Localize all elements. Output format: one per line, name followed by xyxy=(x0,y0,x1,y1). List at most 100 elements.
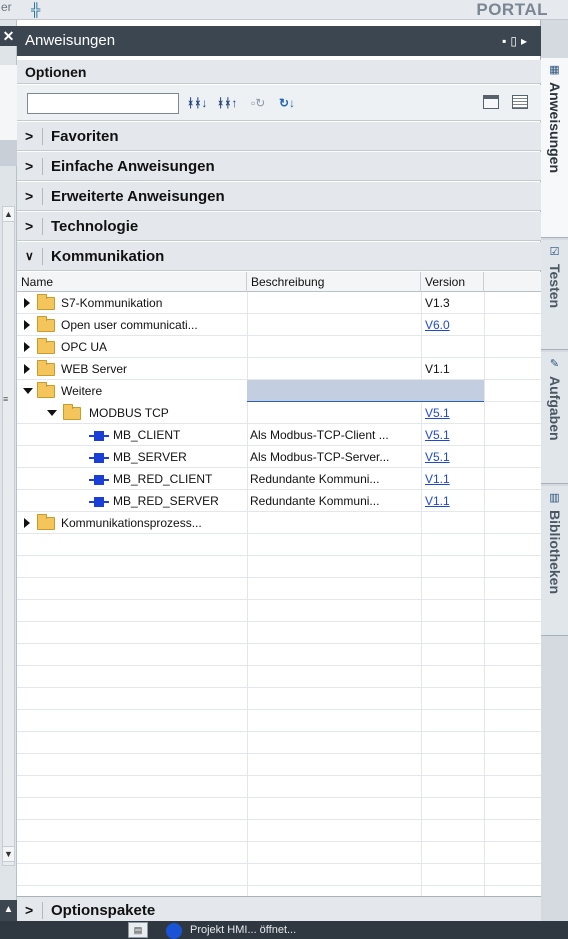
row-name: MB_SERVER xyxy=(113,450,187,464)
tab-label: Testen xyxy=(547,264,563,309)
top-strip: er ╬ PORTAL xyxy=(0,0,568,20)
folder-icon xyxy=(63,404,81,420)
status-text: Projekt HMI... öffnet... xyxy=(190,924,297,936)
library-icon: ▥ xyxy=(549,492,560,504)
tab-label: Bibliotheken xyxy=(547,510,563,595)
view-simple-icon[interactable] xyxy=(483,95,499,109)
options-toolbar: ᚼᚼ↓ ᚼᚼ↑ ▫↻ ↻↓ xyxy=(17,85,541,121)
find-icon[interactable]: ᚼᚼ↓ xyxy=(187,93,207,113)
row-name: Weitere xyxy=(61,384,103,398)
row-name: Kommunikationsprozess... xyxy=(61,516,202,530)
column-name-header[interactable]: Name xyxy=(17,272,247,292)
folder-icon xyxy=(37,360,55,376)
folder-icon xyxy=(37,514,55,530)
right-task-card-tabs: ▦ Anweisungen ☑ Testen ✎ Aufgaben ▥ Bibl… xyxy=(541,20,568,921)
tree-row[interactable]: Kommunikationsprozess... xyxy=(17,512,541,534)
chevron-down-icon: ∨ xyxy=(25,249,34,263)
instructions-icon: ▦ xyxy=(549,64,560,76)
category-label: Einfache Anweisungen xyxy=(51,158,215,175)
function-block-icon xyxy=(89,475,109,485)
expand-icon[interactable] xyxy=(24,518,30,528)
category-technologie[interactable]: > Technologie xyxy=(17,212,541,241)
row-name: MB_CLIENT xyxy=(113,428,181,442)
chevron-right-icon: > xyxy=(25,188,34,204)
chevron-right-icon: > xyxy=(25,902,34,918)
column-version-header[interactable]: Version xyxy=(421,272,484,292)
tree-row[interactable]: MB_RED_CLIENT Redundante Kommuni... V1.1 xyxy=(17,468,541,490)
folder-icon xyxy=(37,382,55,398)
tree-row[interactable]: MB_RED_SERVER Redundante Kommuni... V1.1 xyxy=(17,490,541,512)
tab-anweisungen[interactable]: ▦ Anweisungen xyxy=(541,58,568,238)
row-description: Redundante Kommuni... xyxy=(250,472,380,486)
folder-icon xyxy=(37,294,55,310)
tree-row[interactable]: MODBUS TCP V5.1 xyxy=(17,402,541,424)
tree-row-selected[interactable]: Weitere xyxy=(17,380,484,402)
row-version-link[interactable]: V6.0 xyxy=(425,314,450,336)
left-bottom-icon[interactable]: ▲ xyxy=(0,900,17,922)
divider xyxy=(42,188,43,205)
maximize-icon[interactable]: ▯ xyxy=(510,34,521,48)
category-einfache-anweisungen[interactable]: > Einfache Anweisungen xyxy=(17,152,541,181)
tree-row[interactable]: Open user communicati... V6.0 xyxy=(17,314,541,336)
row-version-link[interactable]: V5.1 xyxy=(425,402,450,424)
expand-icon[interactable] xyxy=(24,320,30,330)
compare-icon[interactable]: ▫↻ xyxy=(251,93,265,113)
row-description: Als Modbus-TCP-Server... xyxy=(250,450,390,464)
tab-testen[interactable]: ☑ Testen xyxy=(541,240,568,350)
status-bar: ▤ Projekt HMI... öffnet... xyxy=(0,921,568,939)
row-version: V1.1 xyxy=(425,362,450,376)
expand-icon[interactable] xyxy=(24,364,30,374)
column-description-header[interactable]: Beschreibung xyxy=(247,272,421,292)
category-optionspakete[interactable]: > Optionspakete xyxy=(17,896,541,923)
collapse-left-icon[interactable]: ✕ xyxy=(0,26,17,46)
row-version-link[interactable]: V5.1 xyxy=(425,446,450,468)
row-version-link[interactable]: V1.1 xyxy=(425,490,450,512)
chevron-right-icon: > xyxy=(25,218,34,234)
panel-header: Anweisungen ▪▯▸ xyxy=(17,26,541,56)
details-view-icon[interactable]: ▤ xyxy=(128,922,148,938)
find-next-icon[interactable]: ᚼᚼ↑ xyxy=(217,93,237,113)
left-white-area xyxy=(0,65,17,140)
function-block-icon xyxy=(89,453,109,463)
category-kommunikation[interactable]: ∨ Kommunikation xyxy=(17,242,541,271)
grid-divider xyxy=(484,292,485,904)
refresh-icon[interactable]: ↻↓ xyxy=(279,93,295,113)
left-scrollbar[interactable] xyxy=(2,206,15,866)
instruction-tree: S7-Kommunikation V1.3 Open user communic… xyxy=(17,292,541,904)
category-label: Optionspakete xyxy=(51,902,156,919)
category-label: Technologie xyxy=(51,218,139,235)
tree-row[interactable]: MB_CLIENT Als Modbus-TCP-Client ... V5.1 xyxy=(17,424,541,446)
function-block-icon xyxy=(89,431,109,441)
divider xyxy=(42,248,43,265)
tab-label: Aufgaben xyxy=(547,376,563,441)
tab-aufgaben[interactable]: ✎ Aufgaben xyxy=(541,352,568,484)
category-label: Kommunikation xyxy=(51,248,165,265)
view-detail-icon[interactable] xyxy=(512,95,528,109)
panel-header-controls[interactable]: ▪▯▸ xyxy=(502,26,531,56)
options-section[interactable]: Optionen xyxy=(17,60,541,84)
options-label: Optionen xyxy=(25,64,87,80)
collapse-icon[interactable] xyxy=(23,388,33,394)
row-version-link[interactable]: V1.1 xyxy=(425,468,450,490)
tree-row[interactable]: S7-Kommunikation V1.3 xyxy=(17,292,541,314)
scroll-up-icon[interactable]: ▲ xyxy=(2,206,15,222)
tree-row[interactable]: WEB Server V1.1 xyxy=(17,358,541,380)
collapse-icon[interactable] xyxy=(47,410,57,416)
top-left-text: er xyxy=(1,0,12,14)
expand-icon[interactable] xyxy=(24,342,30,352)
tab-bibliotheken[interactable]: ▥ Bibliotheken xyxy=(541,486,568,636)
search-input[interactable] xyxy=(27,93,179,114)
row-name: Open user communicati... xyxy=(61,318,198,332)
category-erweiterte-anweisungen[interactable]: > Erweiterte Anweisungen xyxy=(17,182,541,211)
splitter-grip-icon[interactable]: ≡ xyxy=(3,394,8,404)
expand-icon[interactable] xyxy=(24,298,30,308)
scroll-down-icon[interactable]: ▼ xyxy=(2,846,15,862)
row-version-link[interactable]: V5.1 xyxy=(425,424,450,446)
tree-row[interactable]: MB_SERVER Als Modbus-TCP-Server... V5.1 xyxy=(17,446,541,468)
portal-label[interactable]: PORTAL xyxy=(476,0,548,20)
category-favoriten[interactable]: > Favoriten xyxy=(17,122,541,151)
tree-row[interactable]: OPC UA xyxy=(17,336,541,358)
network-icon[interactable]: ╬ xyxy=(31,2,40,17)
collapse-right-icon[interactable]: ▸ xyxy=(521,34,531,48)
row-description: Als Modbus-TCP-Client ... xyxy=(250,428,389,442)
